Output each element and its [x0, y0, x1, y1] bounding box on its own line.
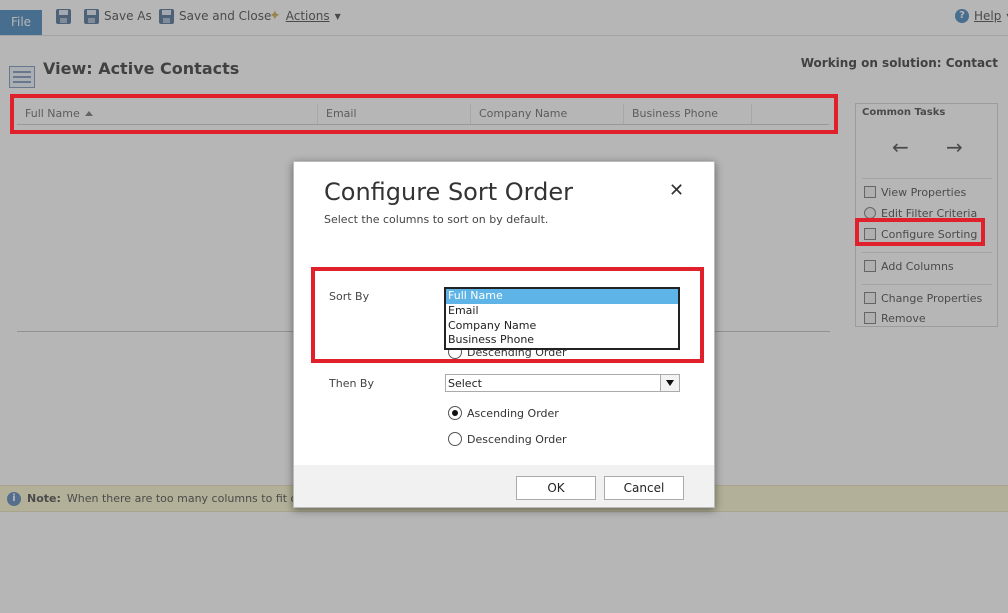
cancel-button[interactable]: Cancel — [604, 476, 684, 500]
highlight-configure-sorting — [855, 218, 985, 246]
highlight-sort-by — [311, 267, 704, 363]
dialog-footer: OK Cancel — [294, 465, 714, 507]
radio-button[interactable] — [448, 432, 462, 446]
dialog-title: Configure Sort Order — [324, 178, 573, 206]
then-by-ascending-option[interactable]: Ascending Order — [448, 405, 559, 421]
chevron-down-icon[interactable] — [660, 375, 679, 391]
radio-button[interactable] — [448, 406, 462, 420]
highlight-grid-header — [10, 94, 838, 134]
close-icon[interactable]: ✕ — [669, 181, 684, 201]
radio-label: Ascending Order — [467, 406, 559, 420]
then-by-label: Then By — [329, 377, 374, 390]
radio-label: Descending Order — [467, 432, 567, 446]
dialog-subtitle: Select the columns to sort on by default… — [324, 213, 549, 226]
ok-button[interactable]: OK — [516, 476, 596, 500]
then-by-select[interactable]: Select — [445, 374, 680, 392]
then-by-value: Select — [448, 377, 482, 390]
then-by-descending-option[interactable]: Descending Order — [448, 431, 567, 447]
